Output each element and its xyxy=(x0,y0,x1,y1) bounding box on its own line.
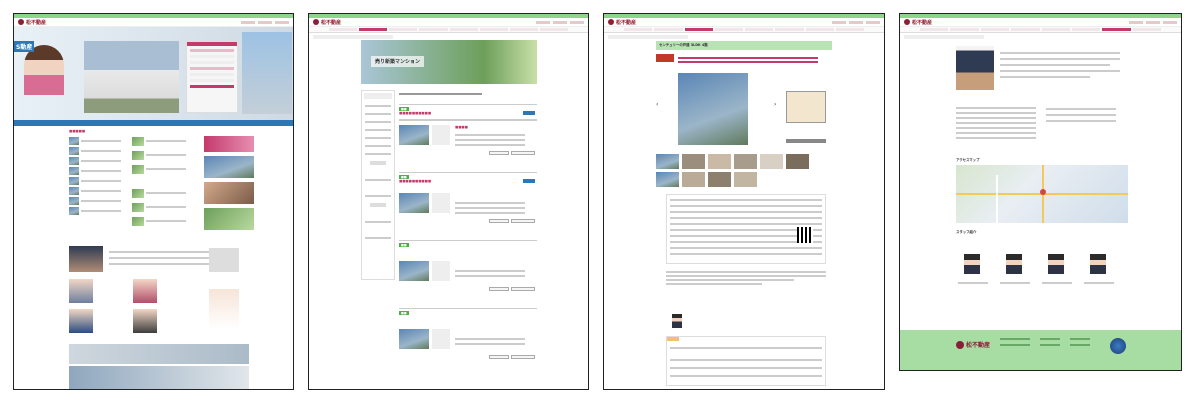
logo-text: 松不動産 xyxy=(912,19,933,26)
site-logo[interactable]: 松不動産 xyxy=(608,19,636,26)
hero-house-image xyxy=(84,41,179,113)
global-nav[interactable] xyxy=(604,27,884,33)
footer-logo[interactable]: 松不動産 xyxy=(956,340,990,349)
staff-heading: スタッフ紹介 xyxy=(956,230,977,234)
property-title-bar: センチュリーの戸建 3LDK 4階 xyxy=(656,41,832,50)
globe-badge-icon xyxy=(1110,338,1126,354)
category-banner: 売り新築マンション xyxy=(361,40,537,84)
global-nav[interactable] xyxy=(900,27,1181,33)
property-card[interactable]: ■■ xyxy=(399,308,537,374)
greeting-photo xyxy=(956,46,994,90)
prev-arrow-icon[interactable]: ‹ xyxy=(656,102,658,108)
property-header: センチュリーの戸建 3LDK 4階 xyxy=(659,43,708,47)
staff-avatar xyxy=(672,314,682,328)
property-catch xyxy=(656,54,832,64)
home-logo-icon xyxy=(904,19,910,25)
photo-viewer[interactable]: ‹ › xyxy=(656,69,832,149)
floor-plan-image xyxy=(786,91,826,123)
main-photo xyxy=(678,73,748,145)
site-logo[interactable]: 松不動産 xyxy=(313,19,341,26)
breadcrumb[interactable] xyxy=(904,35,984,39)
hero-text: S動産 xyxy=(14,41,35,52)
hero-search-panel[interactable] xyxy=(186,41,238,113)
qr-code-icon xyxy=(797,227,813,243)
header-links[interactable] xyxy=(241,20,289,24)
company-profile-table xyxy=(956,104,1128,154)
site-footer: 松不動産 xyxy=(900,330,1181,370)
map-icon[interactable] xyxy=(956,165,1128,223)
home-logo-icon xyxy=(956,340,964,349)
global-nav[interactable] xyxy=(309,27,588,33)
hero-caption-bar xyxy=(14,120,293,126)
staff-list xyxy=(956,242,1128,314)
property-spec-table xyxy=(666,194,826,264)
banner-title: 売り新築マンション xyxy=(371,56,425,67)
side-banners[interactable] xyxy=(204,136,254,236)
breadcrumb[interactable] xyxy=(608,35,688,39)
detail-tabs[interactable] xyxy=(666,336,826,386)
screenshot-company: 松不動産 アクセスマップ スタッフ紹介 松不動産 xyxy=(899,13,1182,371)
property-card[interactable]: ■■ ■■■■■■■■■■ xyxy=(399,172,537,238)
home-logo-icon xyxy=(608,19,614,25)
service-grid[interactable] xyxy=(69,279,249,339)
property-card[interactable]: ■■ xyxy=(399,240,537,306)
header-links[interactable] xyxy=(536,20,584,24)
photo-banner-row xyxy=(69,344,249,364)
blog-column xyxy=(132,129,192,239)
property-list: ■■ ■■■■■■■■■■ ■■■■ ■■ ■■■■■■■■■■ ■■ ■■ xyxy=(399,90,537,389)
search-sidebar[interactable] xyxy=(361,90,395,280)
footer-logo-text: 松不動産 xyxy=(966,342,991,349)
screenshot-home: 松不動産 S動産 ■■■■■ xyxy=(13,13,294,390)
logo-text: 松不動産 xyxy=(616,19,637,26)
bottom-banner-row xyxy=(69,366,249,389)
next-arrow-icon[interactable]: › xyxy=(774,102,776,108)
site-logo[interactable]: 松不動産 xyxy=(18,19,46,26)
header-links[interactable] xyxy=(1129,20,1177,24)
new-listing-column: ■■■■■ xyxy=(69,129,129,239)
home-logo-icon xyxy=(313,19,319,25)
hero-woman-image xyxy=(24,45,64,95)
hero-tower-image xyxy=(242,32,292,114)
logo-text: 松不動産 xyxy=(26,19,47,26)
site-header: 松不動産 xyxy=(14,18,293,27)
logo-text: 松不動産 xyxy=(321,19,342,26)
thumbnail-strip[interactable] xyxy=(656,154,832,188)
breadcrumb[interactable] xyxy=(313,35,393,39)
screenshot-detail: 松不動産 センチュリーの戸建 3LDK 4階 ‹ › xyxy=(603,13,885,390)
access-map-heading: アクセスマップ xyxy=(956,158,980,162)
site-logo[interactable]: 松不動産 xyxy=(904,19,932,26)
hero-banner: S動産 xyxy=(14,27,293,120)
site-header: 松不動産 xyxy=(604,18,884,27)
site-header: 松不動産 xyxy=(309,18,588,27)
property-card[interactable]: ■■ ■■■■■■■■■■ ■■■■ xyxy=(399,104,537,170)
screenshot-listing: 松不動産 売り新築マンション ■■ ■■■■■■■■■■ ■■■■ ■■ ■■■… xyxy=(308,13,589,390)
site-header: 松不動産 xyxy=(900,18,1181,27)
remarks-section xyxy=(666,269,826,309)
header-links[interactable] xyxy=(832,20,880,24)
home-logo-icon xyxy=(18,19,24,25)
company-greeting xyxy=(956,46,1128,98)
company-intro xyxy=(69,246,249,276)
